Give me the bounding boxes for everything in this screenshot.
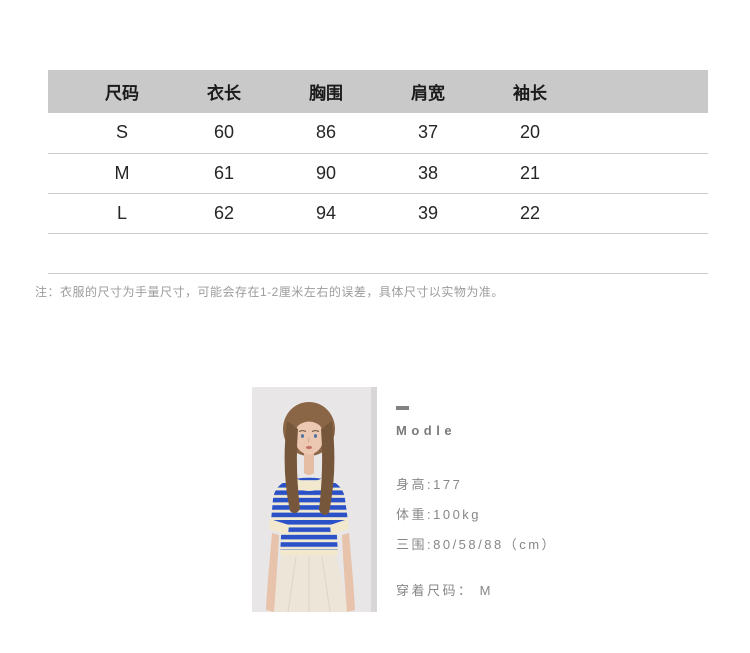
cell-size: S xyxy=(115,122,128,143)
table-filler-cell xyxy=(581,153,708,193)
cell-sleeve: 21 xyxy=(519,162,541,183)
table-filler-cell xyxy=(581,113,708,153)
size-chart-header-row: 尺码 衣长 胸围 肩宽 袖长 xyxy=(48,70,708,113)
header-size: 尺码 xyxy=(105,84,139,103)
table-row-size-s: S 60 86 37 20 xyxy=(48,113,708,153)
model-height-line: 身高:177 xyxy=(396,477,463,492)
heading-dash xyxy=(396,406,409,410)
header-garment-length: 衣长 xyxy=(207,84,241,103)
cell-sleeve: 20 xyxy=(519,122,541,143)
product-detail-page: 尺码 衣长 胸围 肩宽 袖长 S 60 86 37 20 M 61 90 38 … xyxy=(0,0,750,653)
table-row-size-m: M 61 90 38 21 xyxy=(48,153,708,193)
table-spacer-cell xyxy=(48,193,71,233)
table-spacer-cell xyxy=(48,113,71,153)
section-divider xyxy=(48,273,708,274)
cell-shoulder: 39 xyxy=(417,202,439,223)
model-measurement-lines: 身高:177 体重:100kg 三围:80/58/88（cm） 穿着尺码： M xyxy=(396,470,696,606)
model-info-section: Modle 身高:177 体重:100kg 三围:80/58/88（cm） 穿着… xyxy=(396,406,696,606)
model-photo xyxy=(252,387,377,612)
header-bust: 胸围 xyxy=(309,84,343,103)
cell-sleeve: 22 xyxy=(519,202,541,223)
header-sleeve: 袖长 xyxy=(513,84,547,103)
header-shoulder: 肩宽 xyxy=(411,84,445,103)
table-row-size-l: L 62 94 39 22 xyxy=(48,193,708,233)
table-spacer-cell xyxy=(48,153,71,193)
model-wearing-size-line: 穿着尺码： M xyxy=(396,583,493,598)
cell-size: M xyxy=(114,162,130,183)
cell-shoulder: 37 xyxy=(417,122,439,143)
cell-garment-length: 62 xyxy=(213,202,235,223)
table-spacer-cell xyxy=(48,70,71,113)
table-filler-cell xyxy=(581,70,708,113)
cell-garment-length: 60 xyxy=(213,122,235,143)
cell-bust: 90 xyxy=(315,162,337,183)
cell-bust: 86 xyxy=(315,122,337,143)
cell-garment-length: 61 xyxy=(213,162,235,183)
model-weight-line: 体重:100kg xyxy=(396,507,482,522)
model-heading: Modle xyxy=(396,423,457,438)
size-chart-table: 尺码 衣长 胸围 肩宽 袖长 S 60 86 37 20 M 61 90 38 … xyxy=(48,70,708,234)
table-filler-cell xyxy=(581,193,708,233)
cell-shoulder: 38 xyxy=(417,162,439,183)
cell-bust: 94 xyxy=(315,202,337,223)
model-measurements-line: 三围:80/58/88（cm） xyxy=(396,537,558,552)
model-photo-illustration xyxy=(252,387,377,612)
measurement-note: 注：衣服的尺寸为手量尺寸，可能会存在1-2厘米左右的误差，具体尺寸以实物为准。 xyxy=(35,285,504,299)
cell-size: L xyxy=(116,202,127,223)
